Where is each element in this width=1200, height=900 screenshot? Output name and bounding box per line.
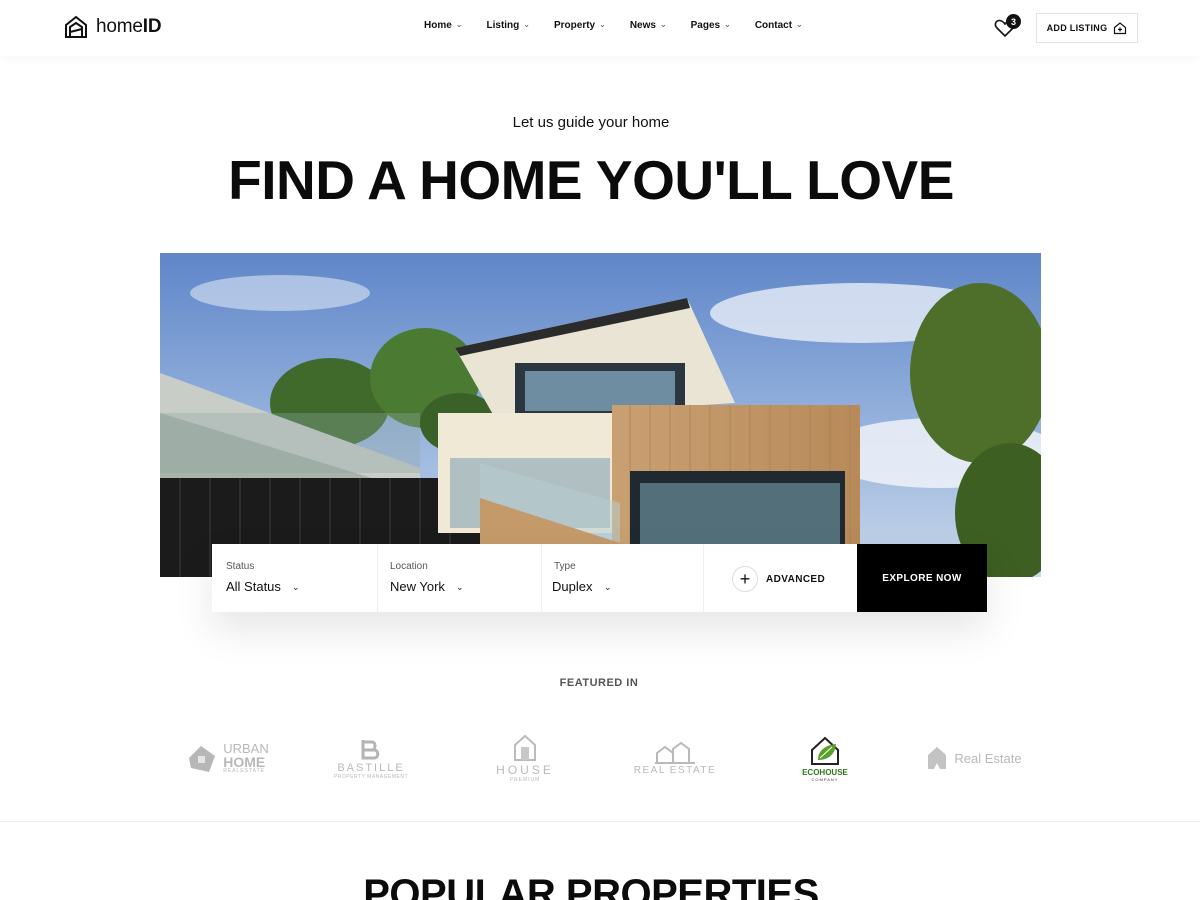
logo-text: homeID: [96, 16, 162, 37]
location-label: Location: [390, 561, 428, 572]
nav-label: Home: [424, 20, 452, 31]
popular-properties-title: POPULAR PROPERTIES: [363, 872, 819, 900]
nav-pages[interactable]: Pages ⌄: [691, 20, 731, 31]
chevron-down-icon: ⌄: [292, 582, 300, 592]
house-mark-icon: [928, 747, 947, 769]
type-label: Type: [554, 561, 576, 572]
chevron-down-icon: ⌄: [456, 582, 464, 592]
advanced-label: ADVANCED: [766, 574, 826, 585]
nav-label: Contact: [754, 20, 793, 31]
chevron-down-icon: ⌄: [796, 20, 803, 29]
brand-logo-real-estate[interactable]: REAL ESTATE: [632, 730, 718, 786]
status-select[interactable]: Status All Status ⌄: [212, 544, 378, 612]
location-value: New York: [390, 579, 445, 594]
nav-label: Property: [553, 20, 596, 31]
nav-label: Pages: [690, 20, 721, 31]
location-select[interactable]: Location New York ⌄: [378, 544, 542, 612]
type-select[interactable]: Type Duplex ⌄: [542, 544, 704, 612]
wishlist-count-badge: 3: [1006, 14, 1021, 29]
brand-logo-house[interactable]: HOUSE PREMIUM: [482, 730, 568, 786]
brand-tag: PROPERTY MANAGEMENT: [333, 774, 409, 780]
nav-contact[interactable]: Contact ⌄: [755, 20, 803, 31]
logo[interactable]: homeID: [64, 14, 162, 40]
brand-logo-real-estate-2[interactable]: Real Estate: [924, 730, 1024, 786]
explore-now-button[interactable]: EXPLORE NOW: [857, 544, 987, 612]
chevron-down-icon: ⌄: [659, 20, 667, 29]
house-outline-icon: [514, 734, 536, 761]
add-listing-button[interactable]: ADD LISTING: [1036, 13, 1138, 43]
brand-name: REAL ESTATE: [633, 764, 717, 776]
status-value: All Status: [226, 579, 281, 594]
site-header: homeID Home ⌄ Listing ⌄ Property ⌄ News ⌄ Pa…: [0, 0, 1200, 56]
brand-logo-bastille[interactable]: BASTILLE PROPERTY MANAGEMENT: [326, 730, 416, 786]
nav-home[interactable]: Home ⌄: [424, 20, 463, 31]
house-plus-icon: [1114, 22, 1127, 35]
brand-name: ECOHOUSE: [802, 768, 848, 777]
property-search-bar: Status All Status ⌄ Location New York ⌄ …: [212, 544, 987, 612]
nav-property[interactable]: Property ⌄: [554, 20, 606, 31]
plus-icon: +: [732, 566, 758, 592]
brand-logo-ecohouse[interactable]: ECOHOUSE COMPANY: [796, 730, 854, 786]
featured-in-title: FEATURED IN: [559, 677, 639, 689]
house-logo-icon: [65, 15, 87, 38]
section-divider: [0, 821, 1200, 822]
b-monogram-icon: [361, 740, 380, 760]
brand-tag: REALESTATE: [223, 768, 266, 774]
type-value: Duplex: [552, 579, 593, 594]
brand-name: Real Estate: [954, 750, 1022, 766]
brand-logo-urban-home[interactable]: URBAN HOME REALESTATE: [182, 730, 272, 786]
brand-tag: PREMIUM: [509, 777, 541, 783]
brand-sub: HOME: [223, 754, 266, 770]
nav-listing[interactable]: Listing ⌄: [487, 20, 530, 31]
nav-label: Listing: [486, 20, 520, 31]
buildings-icon: [655, 741, 695, 764]
brand-tag: COMPANY: [811, 777, 839, 782]
leaf-house-icon: [811, 736, 839, 765]
hero-image: [160, 253, 1041, 577]
nav-news[interactable]: News ⌄: [630, 20, 667, 31]
hero-headline: FIND A HOME YOU'LL LOVE: [228, 149, 954, 211]
explore-label: EXPLORE NOW: [882, 572, 962, 584]
house-icon: [189, 746, 216, 772]
chevron-down-icon: ⌄: [604, 582, 612, 592]
chevron-down-icon: ⌄: [599, 20, 606, 29]
chevron-down-icon: ⌄: [724, 20, 731, 29]
nav-label: News: [629, 20, 656, 31]
main-nav: Home ⌄ Listing ⌄ Property ⌄ News ⌄ Pages ⌄ Co…: [424, 20, 827, 31]
brand-name: HOUSE: [496, 763, 554, 777]
brand-name: BASTILLE: [337, 762, 405, 774]
advanced-search-button[interactable]: + ADVANCED: [704, 544, 857, 612]
hero-subtitle: Let us guide your home: [512, 114, 670, 131]
chevron-down-icon: ⌄: [455, 20, 463, 29]
status-label: Status: [226, 561, 255, 572]
chevron-down-icon: ⌄: [523, 20, 530, 29]
add-listing-label: ADD LISTING: [1046, 23, 1108, 33]
